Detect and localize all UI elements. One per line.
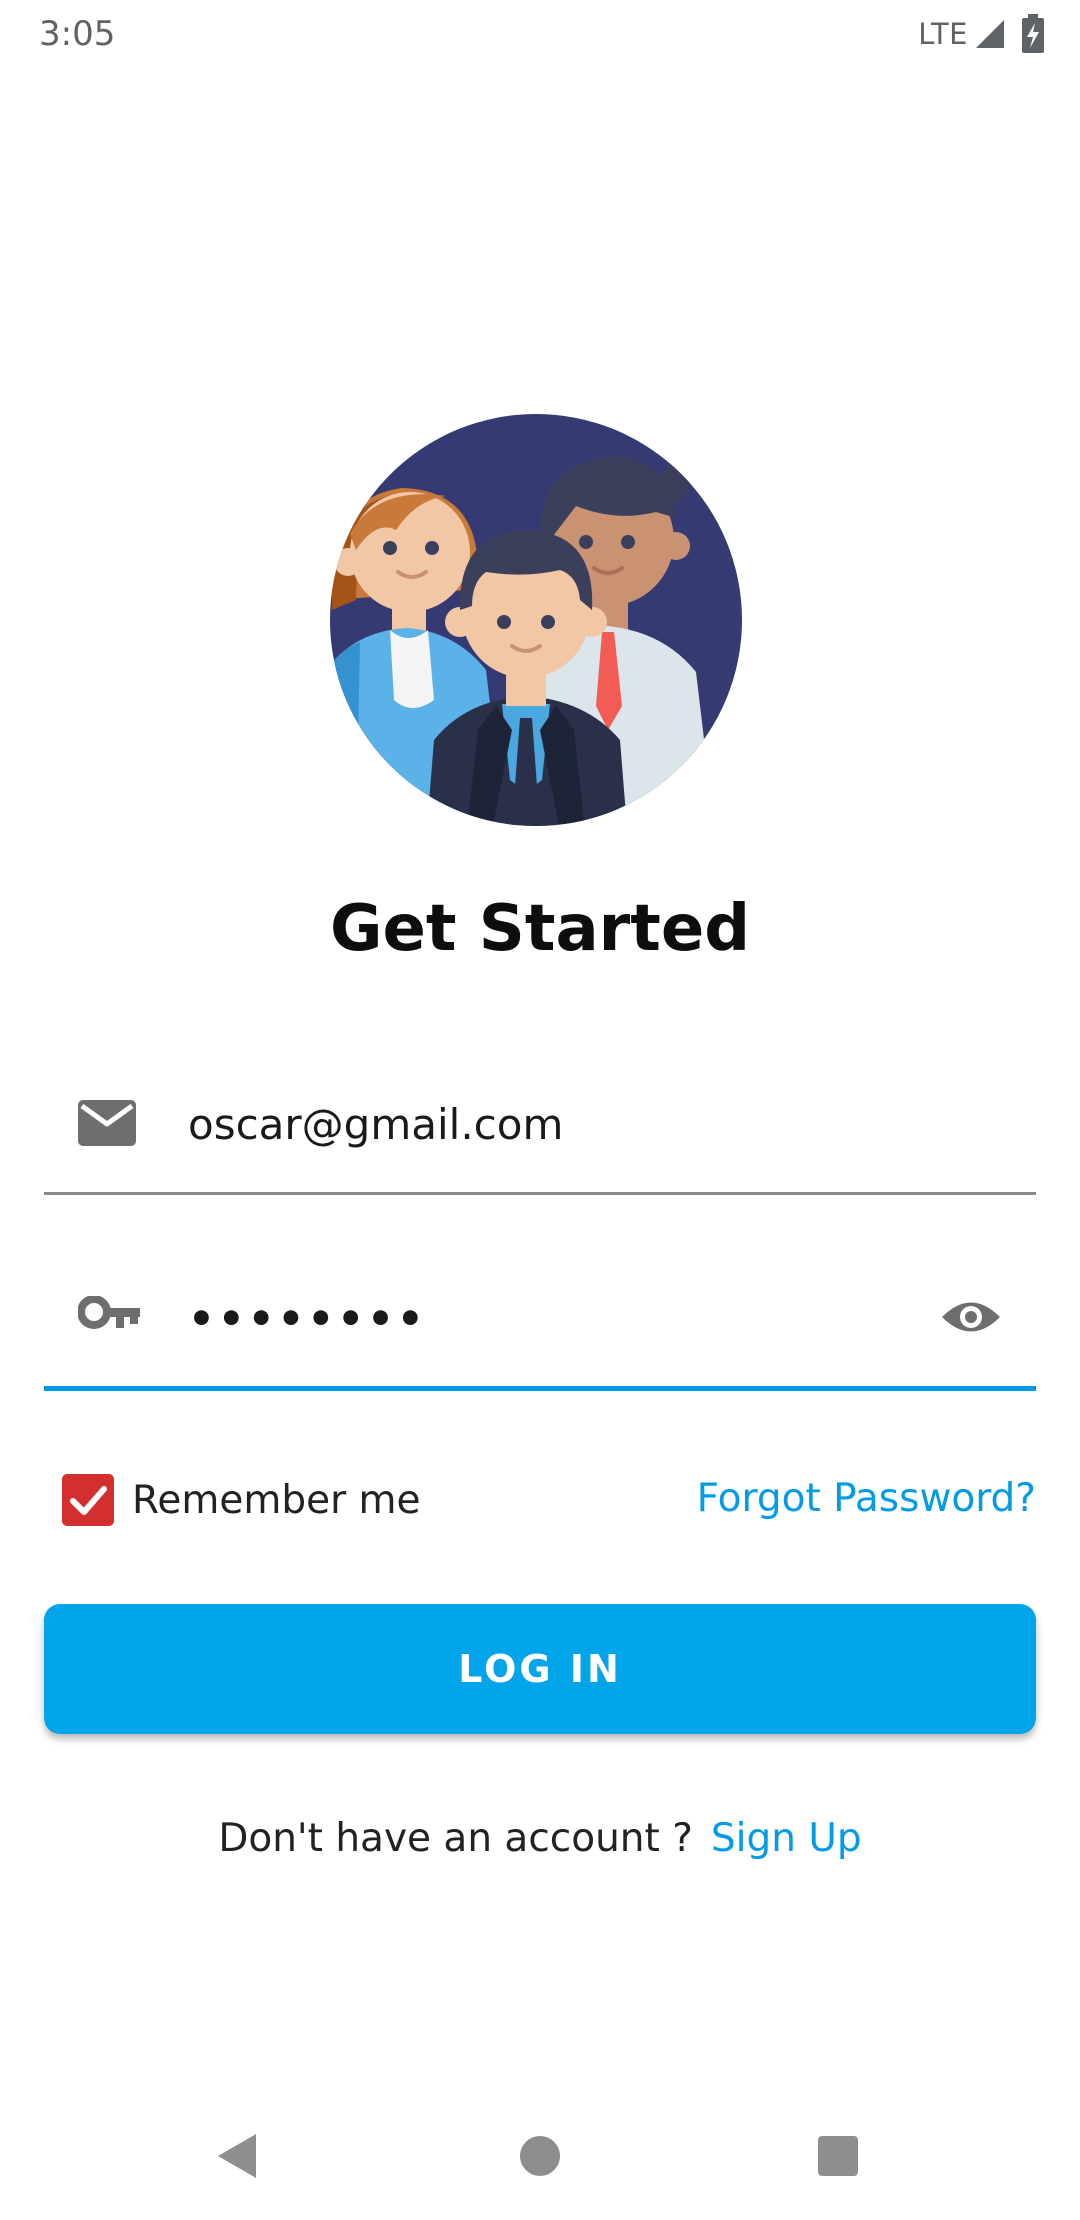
page-title: Get Started <box>329 892 751 966</box>
remember-me-row[interactable]: Remember me <box>62 1474 420 1526</box>
signal-icon <box>976 20 1004 48</box>
eye-icon[interactable] <box>940 1296 1002 1338</box>
network-type-label: LTE <box>918 17 968 51</box>
password-field[interactable]: •••••••• <box>44 1272 1036 1391</box>
password-value[interactable]: •••••••• <box>188 1294 427 1343</box>
signup-link[interactable]: Sign Up <box>711 1816 862 1861</box>
login-button[interactable]: LOG IN <box>44 1604 1036 1734</box>
status-time: 3:05 <box>39 14 116 54</box>
mail-icon <box>78 1100 136 1146</box>
signup-prompt: Don't have an account ? <box>218 1816 693 1861</box>
remember-label: Remember me <box>132 1477 421 1523</box>
signup-row: Don't have an account ? Sign Up <box>0 1816 1080 1861</box>
back-icon[interactable] <box>216 2132 258 2180</box>
login-button-label: LOG IN <box>458 1647 622 1691</box>
status-icons: LTE <box>918 14 1046 54</box>
battery-charging-icon <box>1022 14 1044 53</box>
key-icon <box>78 1296 140 1329</box>
system-nav-bar <box>0 2110 1080 2200</box>
check-icon <box>70 1486 107 1515</box>
remember-checkbox[interactable] <box>62 1474 114 1526</box>
team-illustration <box>330 414 742 826</box>
email-value[interactable]: oscar@gmail.com <box>188 1100 563 1149</box>
recents-icon[interactable] <box>818 2136 858 2176</box>
login-screen: 3:05 LTE Get Started oscar@gmail.com •••… <box>0 0 1080 2220</box>
home-icon[interactable] <box>520 2136 560 2176</box>
forgot-password-link[interactable]: Forgot Password? <box>697 1476 1036 1521</box>
email-field[interactable]: oscar@gmail.com <box>44 1080 1036 1195</box>
status-bar: 3:05 LTE <box>0 0 1080 66</box>
